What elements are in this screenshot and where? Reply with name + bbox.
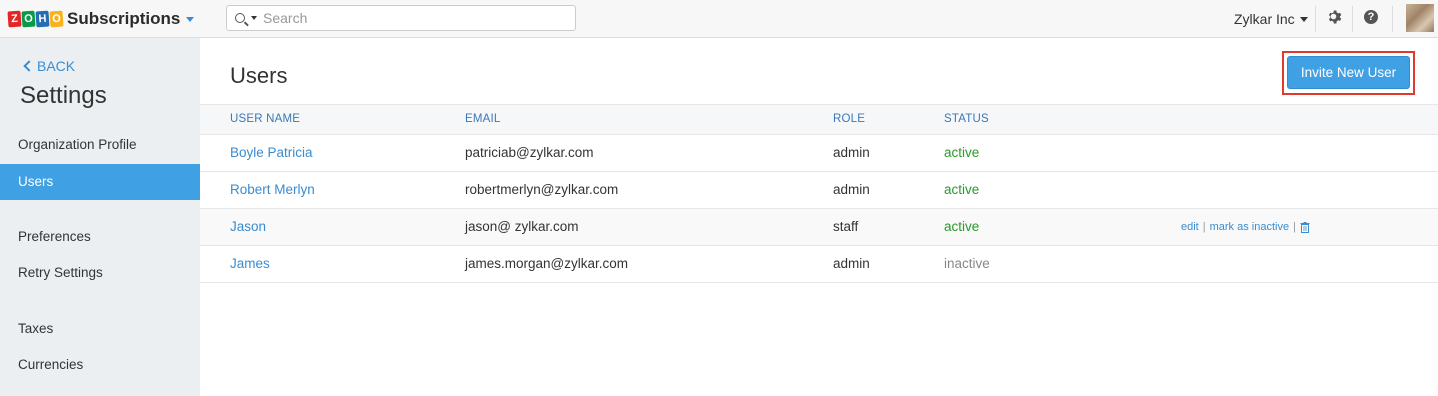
action-separator: | <box>1293 221 1296 233</box>
trash-icon[interactable] <box>1300 221 1310 233</box>
user-email: james.morgan@zylkar.com <box>465 256 629 271</box>
user-name-link[interactable]: Jason <box>230 219 266 234</box>
logo-letter: O <box>21 10 36 28</box>
table-row[interactable]: Robert Merlyn robertmerlyn@zylkar.com ad… <box>200 172 1438 209</box>
column-header-email[interactable]: EMAIL <box>465 113 501 125</box>
user-role: admin <box>833 182 870 197</box>
logo-letter: H <box>35 10 50 28</box>
user-name-link[interactable]: Boyle Patricia <box>230 145 313 160</box>
action-separator: | <box>1202 221 1206 233</box>
top-bar: Z O H O Subscriptions Zylkar Inc ? <box>0 0 1438 38</box>
app-name: Subscriptions <box>67 9 181 28</box>
sidebar-item-retry-settings[interactable]: Retry Settings <box>0 255 200 291</box>
search-input[interactable] <box>263 10 553 26</box>
app-logo[interactable]: Z O H O Subscriptions <box>7 9 195 29</box>
zoho-logo: Z O H O <box>7 10 64 28</box>
status-badge: active <box>944 219 980 234</box>
table-row[interactable]: Jason jason@ zylkar.com staff active edi… <box>200 209 1438 246</box>
status-badge: inactive <box>944 256 990 271</box>
table-header: USER NAME EMAIL ROLE STATUS <box>200 104 1438 135</box>
sidebar-item-users[interactable]: Users <box>0 164 200 200</box>
user-role: admin <box>833 145 870 160</box>
status-badge: active <box>944 182 980 197</box>
org-switcher[interactable]: Zylkar Inc <box>1234 11 1308 27</box>
logo-letter: O <box>49 10 64 28</box>
edit-link[interactable]: edit <box>1181 221 1199 233</box>
help-icon[interactable]: ? <box>1364 10 1378 24</box>
settings-sidebar: BACK Settings Organization Profile Users… <box>0 38 200 396</box>
divider <box>1315 6 1316 32</box>
divider <box>1392 6 1393 32</box>
chevron-down-icon <box>1299 16 1308 22</box>
back-link[interactable]: BACK <box>22 58 75 74</box>
search-box[interactable] <box>226 5 576 31</box>
sidebar-item-organization-profile[interactable]: Organization Profile <box>0 127 200 163</box>
user-email: patriciab@zylkar.com <box>465 145 594 160</box>
search-filter-caret-icon[interactable] <box>251 16 257 20</box>
gear-icon[interactable] <box>1327 9 1343 25</box>
divider <box>1352 6 1353 32</box>
users-table: USER NAME EMAIL ROLE STATUS Boyle Patric… <box>200 104 1438 283</box>
user-name-link[interactable]: James <box>230 256 270 271</box>
sidebar-title: Settings <box>20 82 107 109</box>
search-icon[interactable] <box>235 13 245 23</box>
user-name-link[interactable]: Robert Merlyn <box>230 182 315 197</box>
chevron-left-icon <box>23 60 35 72</box>
invite-new-user-button[interactable]: Invite New User <box>1287 56 1410 89</box>
user-role: admin <box>833 256 870 271</box>
mark-inactive-link[interactable]: mark as inactive <box>1210 221 1289 233</box>
sidebar-item-taxes[interactable]: Taxes <box>0 311 200 347</box>
back-label: BACK <box>37 58 76 74</box>
table-row[interactable]: Boyle Patricia patriciab@zylkar.com admi… <box>200 135 1438 172</box>
org-name: Zylkar Inc <box>1234 11 1295 27</box>
avatar[interactable] <box>1406 4 1434 32</box>
row-actions: edit | mark as inactive | <box>1181 221 1310 233</box>
user-email: robertmerlyn@zylkar.com <box>465 182 619 197</box>
column-header-status[interactable]: STATUS <box>944 113 989 125</box>
sidebar-item-currencies[interactable]: Currencies <box>0 347 200 383</box>
column-header-user-name[interactable]: USER NAME <box>230 113 300 125</box>
user-email: jason@ zylkar.com <box>465 219 579 234</box>
app-switcher-caret-icon[interactable] <box>186 16 195 22</box>
table-row[interactable]: James james.morgan@zylkar.com admin inac… <box>200 246 1438 283</box>
page-title: Users <box>230 63 288 88</box>
sidebar-item-preferences[interactable]: Preferences <box>0 219 200 255</box>
status-badge: active <box>944 145 980 160</box>
logo-letter: Z <box>7 10 22 28</box>
user-role: staff <box>833 219 859 234</box>
column-header-role[interactable]: ROLE <box>833 113 865 125</box>
